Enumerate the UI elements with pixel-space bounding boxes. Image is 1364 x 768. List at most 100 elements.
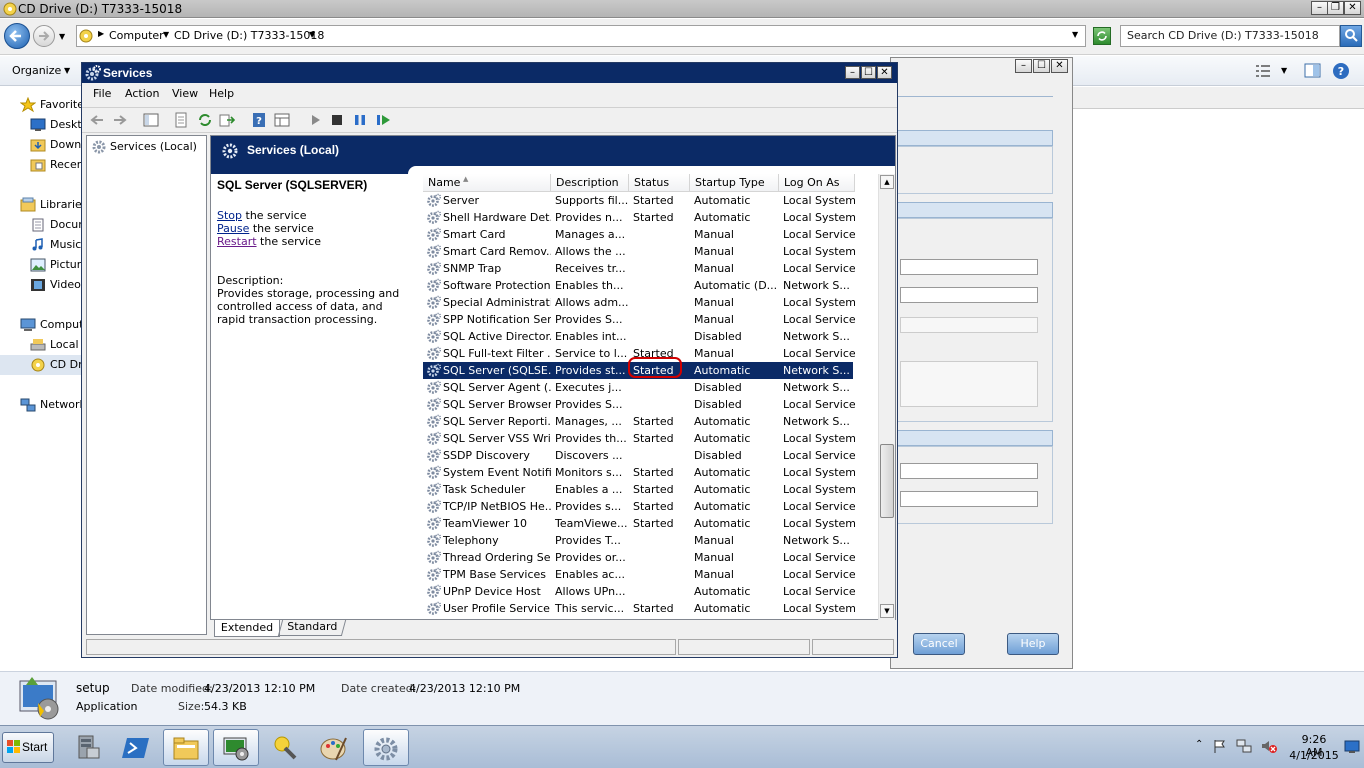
breadcrumb-chevron-icon[interactable]: ▼ [163,30,169,39]
help-button[interactable]: Help [1007,633,1059,655]
table-row[interactable]: Special Administrati... Allows adm... Manu… [423,294,855,311]
menu-help[interactable]: Help [209,87,234,100]
volume-muted-icon[interactable] [1260,738,1278,754]
view-chevron-icon[interactable]: ▼ [1281,66,1287,75]
menu-file[interactable]: File [93,87,111,100]
forward-arrow-icon[interactable] [112,112,128,128]
address-bar[interactable]: ▶ Computer ▼ CD Drive (D:) T7333-15018 ▼… [76,25,1086,47]
dialog-field[interactable] [900,463,1038,479]
view-options-icon[interactable] [1255,63,1271,79]
column-header-log-on-as[interactable]: Log On As [779,174,855,192]
dialog-close-button[interactable]: ✕ [1051,59,1068,73]
table-row[interactable]: SNMP Trap Receives tr... Manual Local Servi… [423,260,855,277]
scroll-down-arrow-icon[interactable]: ▼ [880,604,894,618]
services-minimize-button[interactable]: – [845,66,860,79]
menu-action[interactable]: Action [125,87,159,100]
nav-recent-places[interactable]: Recent Places [0,155,82,175]
nav-libraries[interactable]: Libraries [0,195,82,215]
taskbar-services[interactable] [363,729,409,766]
refresh-icon[interactable] [197,112,213,128]
table-row[interactable]: TPM Base Services Enables ac... Manual Loca… [423,566,855,583]
nav-cd-drive[interactable]: CD Drive [0,355,82,375]
vertical-scrollbar[interactable]: ▲ ▼ [878,174,895,620]
nav-documents[interactable]: Documents [0,215,82,235]
nav-network[interactable]: Network [0,395,82,415]
nav-music[interactable]: Music [0,235,82,255]
column-header-name[interactable]: Name ▲ [423,174,551,192]
breadcrumb-chevron-icon[interactable]: ▼ [309,30,315,39]
table-row[interactable]: SQL Server VSS Wri... Provides th... Start… [423,430,855,447]
clock-date[interactable]: 4/1/2015 [1289,749,1339,762]
nav-favorites[interactable]: Favorites [0,95,82,115]
forward-button[interactable] [33,25,55,47]
dialog-field[interactable] [900,259,1038,275]
tab-standard[interactable]: Standard [277,620,347,636]
table-row[interactable]: UPnP Device Host Allows UPn... Automatic Lo… [423,583,855,600]
table-row[interactable]: Smart Card Remov... Allows the ... Manual L… [423,243,855,260]
restart-service-icon[interactable] [375,112,391,128]
table-row[interactable]: SQL Server Agent (... Executes j... Disabl… [423,379,853,396]
recent-pages-chevron-icon[interactable]: ▼ [59,32,65,41]
pause-service-link[interactable]: Pause [217,222,249,235]
show-desktop-icon[interactable] [1344,739,1360,755]
services-close-button[interactable]: ✕ [877,66,892,79]
table-row[interactable]: System Event Notifi... Monitors s... Start… [423,464,855,481]
scrollbar-thumb[interactable] [880,444,894,518]
table-row[interactable]: User Profile Service This servic... Starte… [423,600,855,617]
close-button[interactable]: ✕ [1344,1,1361,15]
services-maximize-button[interactable]: ☐ [861,66,876,79]
table-row[interactable]: Thread Ordering Se... Provides or... Manua… [423,549,855,566]
table-row[interactable]: Task Scheduler Enables a ... Started Automa… [423,481,855,498]
scroll-up-arrow-icon[interactable]: ▲ [880,175,894,189]
table-row[interactable]: SQL Active Director... Enables int... Disa… [423,328,853,345]
dialog-field[interactable] [900,491,1038,507]
dialog-field[interactable] [900,317,1038,333]
column-header-status[interactable]: Status [629,174,690,192]
mmc-view-icon[interactable] [274,112,290,128]
breadcrumb-chevron-icon[interactable]: ▶ [98,29,104,38]
breadcrumb-computer[interactable]: Computer [109,29,164,42]
table-row[interactable]: Telephony Provides T... Manual Network S... [423,532,853,549]
minimize-button[interactable]: – [1311,1,1328,15]
search-icon[interactable] [1340,25,1362,47]
start-service-icon[interactable] [307,112,323,128]
breadcrumb-cd-drive[interactable]: CD Drive (D:) T7333-15018 [174,29,324,42]
organize-button[interactable]: Organize [12,64,61,77]
table-row[interactable]: SSDP Discovery Discovers ... Disabled Local… [423,447,855,464]
properties-sheet-icon[interactable] [173,112,189,128]
nav-local-disk[interactable]: Local Disk [0,335,82,355]
show-hide-tree-icon[interactable] [143,112,159,128]
show-hidden-icons-icon[interactable]: ⌃ [1195,739,1203,750]
back-button[interactable] [4,23,30,49]
taskbar-computer-management[interactable] [213,729,259,766]
restore-button[interactable]: ❐ [1327,1,1344,15]
cancel-button[interactable]: Cancel [913,633,965,655]
table-row[interactable]: TCP/IP NetBIOS He... Provides s... Started… [423,498,855,515]
table-row[interactable]: TeamViewer 10 TeamViewe... Started Automati… [423,515,855,532]
network-tray-icon[interactable] [1236,738,1252,754]
table-row[interactable]: Server Supports fil... Started Automatic Loc… [423,192,855,209]
dialog-minimize-button[interactable]: – [1015,59,1032,73]
table-row[interactable]: Smart Card Manages a... Manual Local Servic… [423,226,855,243]
table-row[interactable]: Shell Hardware Det... Provides n... Starte… [423,209,855,226]
menu-view[interactable]: View [172,87,198,100]
nav-desktop[interactable]: Desktop [0,115,82,135]
refresh-icon[interactable] [1093,27,1111,45]
dialog-field[interactable] [900,287,1038,303]
help-book-icon[interactable]: ? [251,112,267,128]
stop-service-icon[interactable] [329,112,345,128]
nav-downloads[interactable]: Downloads [0,135,82,155]
start-button[interactable]: Start [2,732,54,763]
action-center-flag-icon[interactable] [1212,738,1228,754]
taskbar-powershell[interactable] [113,729,159,766]
stop-service-link[interactable]: Stop [217,209,242,222]
taskbar-server-manager[interactable] [64,729,110,766]
address-history-chevron-icon[interactable]: ▼ [1072,30,1078,39]
column-header-startup-type[interactable]: Startup Type [690,174,779,192]
dialog-maximize-button[interactable]: ☐ [1033,59,1050,73]
search-input[interactable]: Search CD Drive (D:) T7333-15018 [1120,25,1340,47]
table-row[interactable]: SQL Server Reporti... Manages, ... Started… [423,413,853,430]
export-list-icon[interactable] [219,112,235,128]
nav-videos[interactable]: Videos [0,275,82,295]
taskbar-explorer[interactable] [163,729,209,766]
